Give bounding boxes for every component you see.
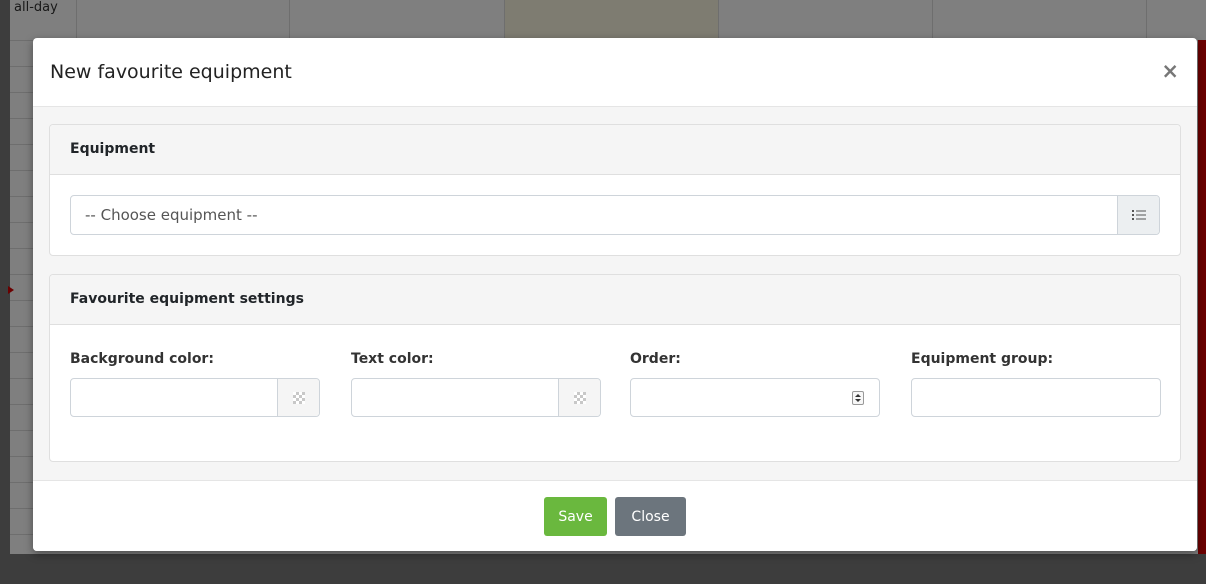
spinner-down-icon[interactable] <box>855 399 861 402</box>
modal-footer: Save Close <box>33 480 1197 551</box>
equipment-group-input[interactable] <box>911 378 1161 417</box>
order-input[interactable] <box>630 378 880 417</box>
equipment-select[interactable]: -- Choose equipment -- <box>70 195 1160 235</box>
modal-body: Equipment -- Choose equipment -- Favouri… <box>33 107 1197 480</box>
background-color-picker-button[interactable] <box>277 379 319 416</box>
modal-title: New favourite equipment <box>50 61 292 83</box>
color-swatch-icon <box>292 391 305 404</box>
color-swatch-icon <box>573 391 586 404</box>
close-icon[interactable]: × <box>1161 61 1179 82</box>
new-favourite-equipment-modal: New favourite equipment × Equipment -- C… <box>33 38 1197 551</box>
equipment-select-placeholder: -- Choose equipment -- <box>85 206 258 224</box>
text-color-input[interactable] <box>351 378 601 417</box>
modal-header: New favourite equipment × <box>33 38 1197 107</box>
text-color-picker-button[interactable] <box>558 379 600 416</box>
equipment-group-label: Equipment group: <box>911 351 1054 367</box>
order-spinner-icon[interactable] <box>852 391 864 405</box>
equipment-list-button[interactable] <box>1117 196 1159 234</box>
list-icon <box>1131 210 1146 220</box>
settings-heading: Favourite equipment settings <box>50 275 1180 325</box>
background-color-input[interactable] <box>70 378 320 417</box>
equipment-heading: Equipment <box>50 125 1180 175</box>
order-label: Order: <box>630 351 681 367</box>
favourite-settings-card: Favourite equipment settings Background … <box>49 274 1181 462</box>
close-button[interactable]: Close <box>615 497 686 536</box>
spinner-up-icon[interactable] <box>855 394 861 397</box>
equipment-card: Equipment -- Choose equipment -- <box>49 124 1181 256</box>
text-color-label: Text color: <box>351 351 434 367</box>
background-color-label: Background color: <box>70 351 214 367</box>
save-button[interactable]: Save <box>544 497 607 536</box>
